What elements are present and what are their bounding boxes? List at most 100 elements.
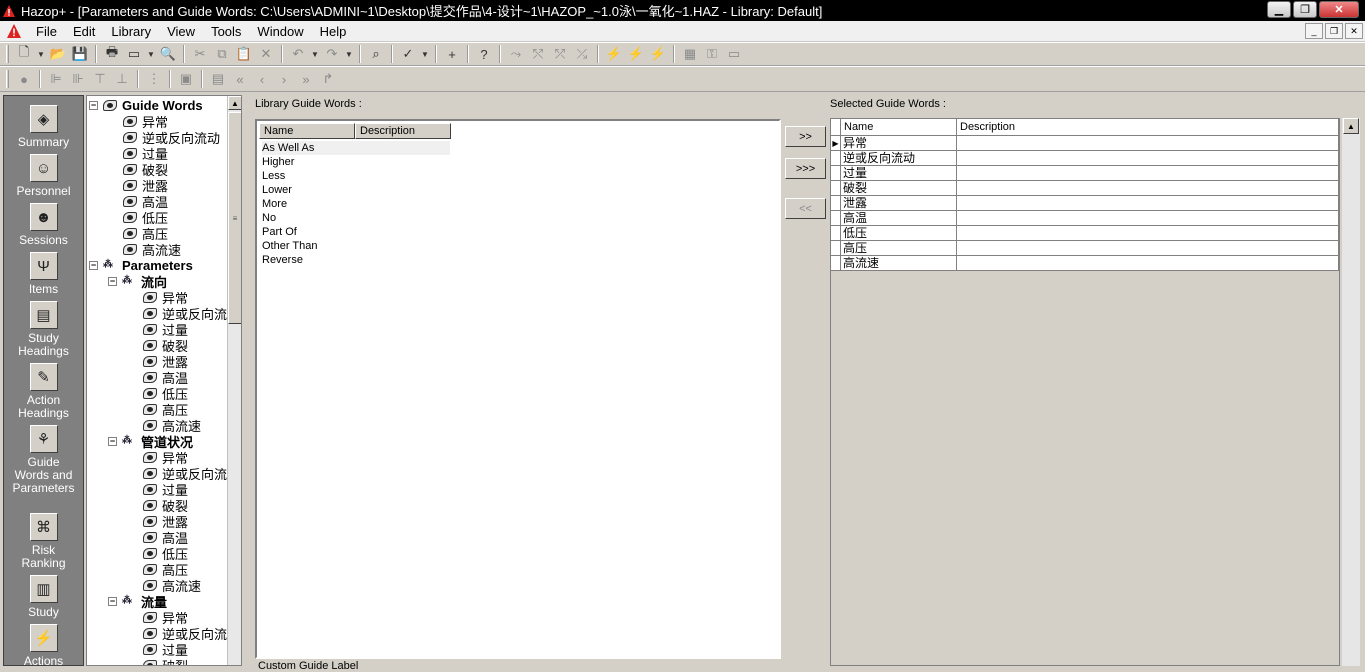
list-item[interactable]: Part Of (262, 225, 297, 239)
menu-edit[interactable]: Edit (65, 24, 103, 39)
child-close-button[interactable]: ✕ (1345, 23, 1363, 39)
list-item[interactable]: Lower (262, 183, 292, 197)
action-icon[interactable]: ⚡ (603, 44, 625, 64)
tree-scroll-up-icon[interactable]: ▲ (228, 96, 241, 110)
library-column-name[interactable]: Name (259, 123, 355, 139)
row-selector[interactable] (831, 256, 841, 271)
table-row[interactable]: 高温 (831, 211, 1339, 226)
page-layout-icon[interactable]: ▭ (123, 44, 145, 64)
library-guide-words-list[interactable]: Name Description As Well As Higher Less … (255, 119, 781, 659)
row-selector[interactable] (831, 151, 841, 166)
table-row[interactable]: 高流速 (831, 256, 1339, 271)
menu-help[interactable]: Help (312, 24, 355, 39)
list-item[interactable]: No (262, 211, 276, 225)
document-warning-icon[interactable] (6, 23, 22, 39)
link-icon[interactable]: ⤳ (505, 44, 527, 64)
collapse-icon[interactable]: − (89, 100, 98, 110)
table-row[interactable]: 高压 (831, 241, 1339, 256)
table-icon[interactable]: ▦ (679, 44, 701, 64)
form-icon[interactable]: ▣ (175, 69, 197, 89)
add-all-button[interactable]: >>> (785, 158, 826, 179)
new-document-icon[interactable]: 🗋 (13, 44, 35, 64)
new-dropdown-icon[interactable]: ▼ (35, 44, 47, 64)
link-edit-icon[interactable]: ⤰ (571, 44, 593, 64)
link-add-icon[interactable]: ⤲ (527, 44, 549, 64)
menu-library[interactable]: Library (103, 24, 159, 39)
delete-icon[interactable]: ✕ (255, 44, 277, 64)
grid-scroll-up-icon[interactable]: ▲ (1343, 118, 1359, 134)
collapse-icon[interactable]: − (89, 260, 98, 270)
tree-guide-word[interactable]: 高流速 (123, 241, 181, 258)
toolbar-grip-2[interactable] (6, 70, 9, 88)
paste-icon[interactable]: 📋 (233, 44, 255, 64)
nav-study-headings[interactable]: ▤ Study Headings (4, 301, 83, 358)
description-cell[interactable] (957, 256, 1339, 271)
action-edit-icon[interactable]: ⚡ (647, 44, 669, 64)
link-remove-icon[interactable]: ⤱ (549, 44, 571, 64)
library-column-description[interactable]: Description (355, 123, 451, 139)
print-icon[interactable]: 🖶 (101, 44, 123, 64)
align-bottom-icon[interactable]: ⊥ (111, 69, 133, 89)
save-icon[interactable]: 💾 (69, 44, 91, 64)
name-cell[interactable]: 高流速 (841, 256, 957, 271)
row-selector[interactable] (831, 196, 841, 211)
remove-button[interactable]: << (785, 198, 826, 219)
align-top-icon[interactable]: ⊤ (89, 69, 111, 89)
name-cell[interactable]: 低压 (841, 226, 957, 241)
grid-dots-icon[interactable]: ⋮ (143, 69, 165, 89)
name-cell[interactable]: 泄露 (841, 196, 957, 211)
align-right-icon[interactable]: ⊪ (67, 69, 89, 89)
description-cell[interactable] (957, 226, 1339, 241)
name-cell[interactable]: 高压 (841, 241, 957, 256)
menu-tools[interactable]: Tools (203, 24, 249, 39)
tree-scrollbar[interactable]: ▲ ≡ (227, 96, 241, 665)
child-restore-button[interactable]: ❐ (1325, 23, 1343, 39)
record-nav-icon[interactable]: ▤ (207, 69, 229, 89)
previous-record-icon[interactable]: ‹ (251, 69, 273, 89)
tree-parameter-group[interactable]: − ⁂ 流量 (108, 593, 167, 610)
open-folder-icon[interactable]: 📂 (47, 44, 69, 64)
maximize-button[interactable]: ❐ (1293, 1, 1317, 18)
selected-column-description[interactable]: Description (957, 119, 1339, 136)
child-minimize-button[interactable]: _ (1305, 23, 1323, 39)
collapse-icon[interactable]: − (108, 276, 117, 286)
record-icon[interactable]: ● (13, 69, 35, 89)
spell-check-icon[interactable]: ✓ (397, 44, 419, 64)
name-cell[interactable]: 高温 (841, 211, 957, 226)
window-icon[interactable]: ▭ (723, 44, 745, 64)
first-record-icon[interactable]: « (229, 69, 251, 89)
nav-action-headings[interactable]: ✎ Action Headings (4, 363, 83, 420)
grid-scrollbar[interactable]: ▲ (1342, 118, 1360, 666)
selected-guide-words-grid[interactable]: Name Description ▶ 异常 逆或反向流动 过量 破裂 泄露 高温 低压 高压 高流… (830, 118, 1340, 666)
nav-risk-ranking[interactable]: ⌘ Risk Ranking (4, 513, 83, 570)
nav-study[interactable]: ▥ Study (4, 575, 83, 619)
guide-words-tree[interactable]: − Guide Words 异常 逆或反向流动 过量 破裂 泄露 高温 低压 高压 高流速 − ⁂ Par… (86, 95, 242, 666)
tree-guide-word[interactable]: 逆或反向流动 (123, 129, 220, 146)
description-cell[interactable] (957, 241, 1339, 256)
list-item[interactable]: More (262, 197, 287, 211)
menu-view[interactable]: View (159, 24, 203, 39)
description-cell[interactable] (957, 181, 1339, 196)
table-row[interactable]: 逆或反向流动 (831, 151, 1339, 166)
name-cell[interactable]: 异常 (841, 136, 957, 151)
table-row[interactable]: 过量 (831, 166, 1339, 181)
redo-icon[interactable]: ↷ (321, 44, 343, 64)
row-selector[interactable] (831, 211, 841, 226)
key-icon[interactable]: ⚿ (701, 44, 723, 64)
description-cell[interactable] (957, 211, 1339, 226)
name-cell[interactable]: 破裂 (841, 181, 957, 196)
description-cell[interactable] (957, 151, 1339, 166)
last-record-icon[interactable]: » (295, 69, 317, 89)
nav-personnel[interactable]: ☺ Personnel (4, 154, 83, 198)
name-cell[interactable]: 过量 (841, 166, 957, 181)
collapse-icon[interactable]: − (108, 436, 117, 446)
add-icon[interactable]: + (441, 44, 463, 64)
align-left-icon[interactable]: ⊫ (45, 69, 67, 89)
row-selector[interactable] (831, 166, 841, 181)
menu-window[interactable]: Window (249, 24, 311, 39)
help-context-icon[interactable]: ? (473, 44, 495, 64)
description-cell[interactable] (957, 136, 1339, 151)
selected-column-name[interactable]: Name (841, 119, 957, 136)
table-row[interactable]: 低压 (831, 226, 1339, 241)
minimize-button[interactable]: ▁ (1267, 1, 1291, 18)
